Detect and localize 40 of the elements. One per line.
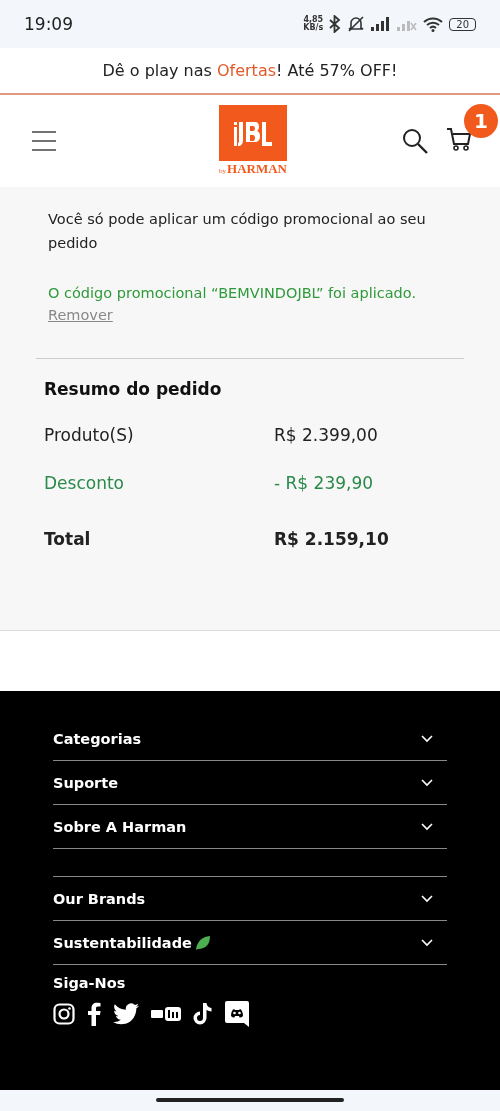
offers-link[interactable]: Ofertas xyxy=(216,61,277,80)
footer-section-toggle[interactable]: Sustentabilidade xyxy=(53,921,447,965)
battery-level: 20 xyxy=(449,17,476,31)
footer-section-toggle[interactable]: Sobre A Harman xyxy=(53,805,447,849)
chevron-icon xyxy=(421,822,433,831)
youtube-icon[interactable] xyxy=(151,1007,181,1021)
wifi-icon xyxy=(423,16,444,32)
summary-label: Desconto xyxy=(44,473,125,493)
cart-count-badge: 1 xyxy=(464,104,498,138)
summary-value: - R$ 239,90 xyxy=(274,473,375,493)
footer-section-toggle[interactable]: Our Brands xyxy=(53,877,447,921)
promo-applied-message: O código promocional “BEMVINDOJBL” foi aplicado. xyxy=(48,285,418,301)
chevron-icon xyxy=(421,938,433,947)
summary-value: R$ 2.399,00 xyxy=(274,425,379,445)
promo-text: Dê o play nas Ofertas! Até 57% OFF! xyxy=(102,61,398,80)
tiktok-icon[interactable] xyxy=(193,1003,213,1025)
chevron-icon xyxy=(421,894,433,903)
follow-title: Siga-Nos xyxy=(53,975,127,991)
menu-icon[interactable] xyxy=(32,131,56,151)
summary-label: Produto(S) xyxy=(44,425,135,445)
promo-code-note: Você só pode aplicar um código promocional ao seu pedido xyxy=(48,210,427,253)
bluetooth-icon xyxy=(329,15,342,33)
cart-icon[interactable] xyxy=(446,126,472,152)
logo-mark-icon xyxy=(232,120,274,146)
network-speed: 4,85 KB/s xyxy=(303,16,324,32)
twitter-icon[interactable] xyxy=(113,1003,139,1025)
summary-value: R$ 2.159,10 xyxy=(274,529,390,549)
summary-label: Total xyxy=(44,529,92,549)
chevron-icon xyxy=(421,778,433,787)
facebook-icon[interactable] xyxy=(87,1002,101,1026)
discord-icon[interactable] xyxy=(225,1001,249,1027)
chevron-icon xyxy=(421,734,433,743)
footer-section-toggle[interactable]: Suporte xyxy=(53,761,447,805)
search-icon[interactable] xyxy=(402,128,428,154)
status-time: 19:09 xyxy=(24,14,73,34)
footer-section-toggle[interactable]: Categorias xyxy=(53,717,447,761)
instagram-icon[interactable] xyxy=(53,1003,75,1025)
signal-icon xyxy=(371,17,392,31)
bell-muted-icon xyxy=(347,15,366,33)
summary-title: Resumo do pedido xyxy=(44,379,223,399)
